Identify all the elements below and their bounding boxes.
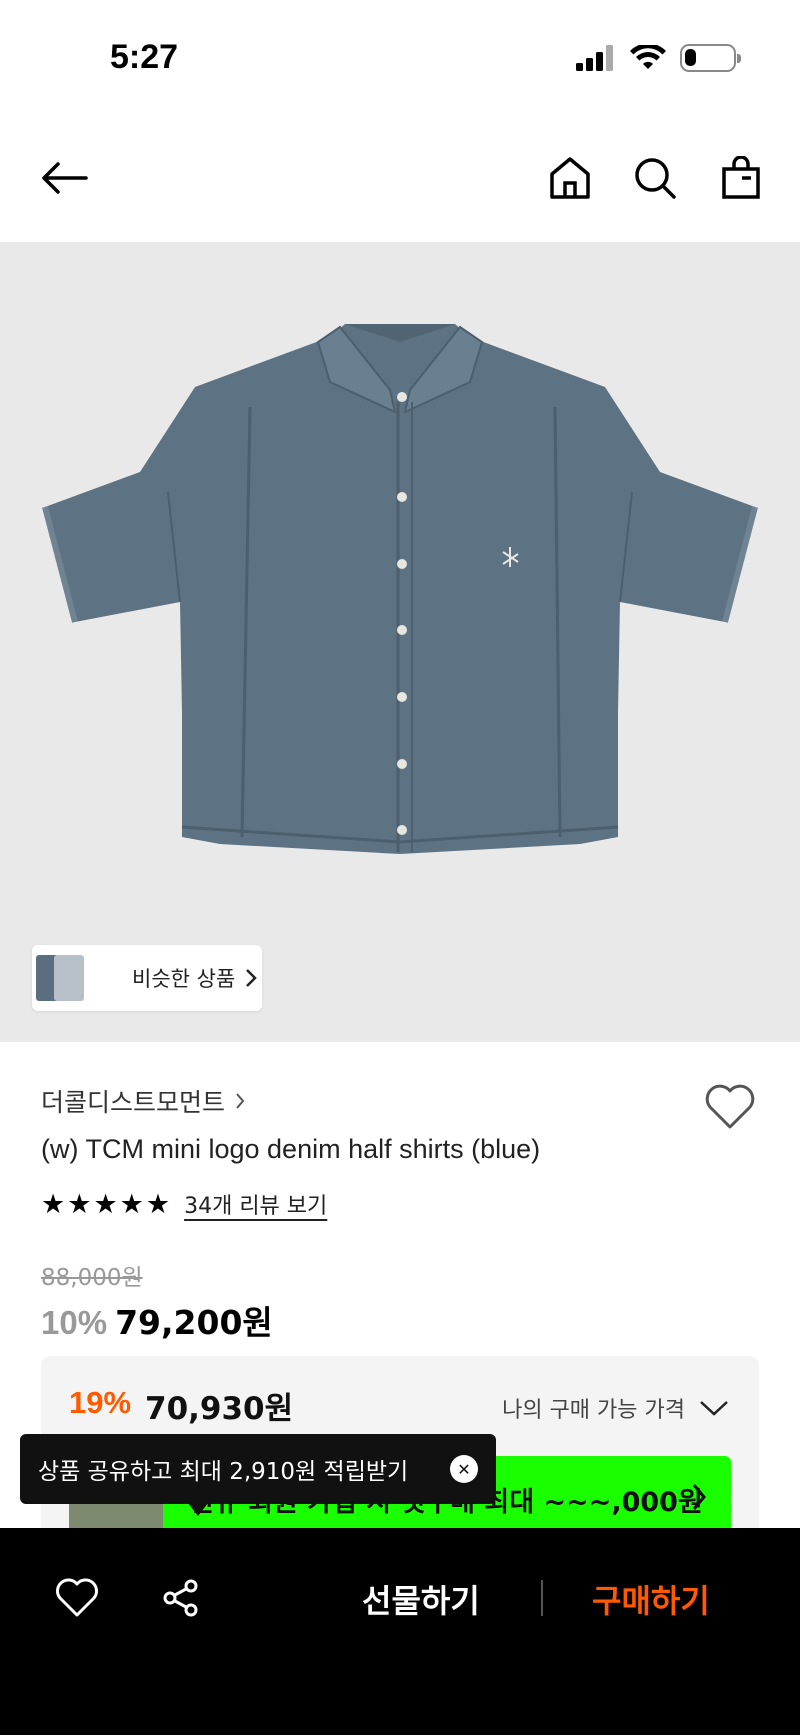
my-price: 70,930원 xyxy=(145,1391,294,1427)
back-button[interactable] xyxy=(36,150,92,206)
share-icon xyxy=(163,1579,198,1617)
search-icon xyxy=(635,158,676,199)
wifi-icon xyxy=(630,45,666,69)
my-price-toggle[interactable]: 나의 구매 가능 가격 xyxy=(502,1392,729,1424)
my-discount-rate: 19% xyxy=(69,1385,132,1420)
gift-button[interactable]: 선물하기 xyxy=(362,1576,480,1622)
review-link[interactable]: 34개 리뷰 보기 xyxy=(184,1188,327,1220)
similar-thumbnails xyxy=(32,945,102,1011)
star-icon: ★ xyxy=(119,1188,144,1220)
shopping-bag-icon xyxy=(722,156,760,199)
cart-button[interactable] xyxy=(713,150,769,206)
star-icon: ★ xyxy=(145,1188,171,1220)
heart-icon xyxy=(56,1578,98,1617)
bottom-action-bar: 선물하기 구매하기 xyxy=(0,1528,800,1735)
discount-rate: 10% xyxy=(41,1304,108,1341)
chevron-right-icon xyxy=(692,1484,706,1510)
battery-icon xyxy=(680,44,741,72)
similar-products-label: 비슷한 상품 xyxy=(132,967,236,991)
wishlist-bottom-button[interactable] xyxy=(53,1574,101,1622)
brand-link[interactable]: 더콜디스트모먼트 xyxy=(41,1083,245,1119)
product-image[interactable]: 비슷한 상품 xyxy=(0,242,800,1042)
close-icon[interactable]: ✕ xyxy=(450,1455,478,1483)
rating-stars: ★ ★ ★ ★ ★ xyxy=(41,1191,170,1218)
status-icons xyxy=(576,44,741,72)
status-time: 5:27 xyxy=(110,38,179,76)
my-price-label: 나의 구매 가능 가격 xyxy=(502,1398,685,1423)
buy-button[interactable]: 구매하기 xyxy=(592,1576,710,1622)
chevron-right-icon xyxy=(236,1093,245,1109)
sale-price: 79,200원 xyxy=(115,1303,273,1342)
denim-shirt-image xyxy=(42,324,758,854)
star-icon: ★ xyxy=(41,1188,66,1220)
similar-products-button[interactable]: 비슷한 상품 xyxy=(32,945,262,1011)
star-icon: ★ xyxy=(67,1188,92,1220)
price-row: 10% 79,200원 xyxy=(41,1296,273,1344)
product-name: (w) TCM mini logo denim half shirts (blu… xyxy=(41,1134,541,1164)
share-button[interactable] xyxy=(157,1574,205,1622)
battery-level xyxy=(685,49,696,66)
home-icon xyxy=(550,157,590,199)
chevron-down-icon xyxy=(700,1401,728,1416)
search-button[interactable] xyxy=(627,150,683,206)
chevron-right-icon xyxy=(246,969,258,987)
heart-icon xyxy=(705,1084,755,1129)
share-tooltip-text: 상품 공유하고 최대 2,910원 적립받기 xyxy=(38,1459,409,1485)
similar-thumb xyxy=(54,955,84,1001)
rating-row: ★ ★ ★ ★ ★ 34개 리뷰 보기 xyxy=(41,1188,327,1220)
nav-bar xyxy=(0,110,800,242)
home-button[interactable] xyxy=(542,150,598,206)
brand-name: 더콜디스트모먼트 xyxy=(41,1088,226,1117)
wishlist-button[interactable] xyxy=(704,1083,756,1131)
share-tooltip: 상품 공유하고 최대 2,910원 적립받기 ✕ xyxy=(20,1434,496,1516)
back-arrow-icon xyxy=(42,162,88,194)
status-bar: 5:27 xyxy=(0,0,800,110)
divider xyxy=(541,1580,543,1616)
signal-icon xyxy=(576,45,613,71)
star-icon: ★ xyxy=(93,1188,118,1220)
original-price: 88,000원 xyxy=(41,1265,143,1291)
